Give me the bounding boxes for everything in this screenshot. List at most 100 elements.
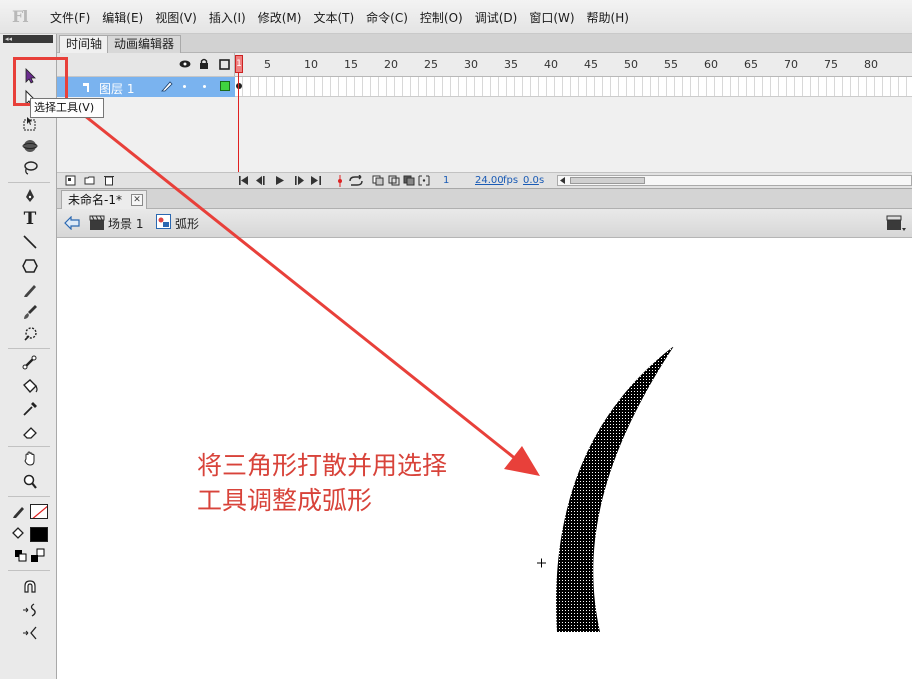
edit-bar: 场景 1 弧形	[57, 209, 912, 238]
breadcrumb-scene[interactable]: 场景 1	[108, 215, 143, 232]
menu-text[interactable]: 文本(T)	[307, 9, 360, 26]
modify-onion-markers-icon[interactable]	[418, 175, 430, 186]
layer-name[interactable]: 图层 1	[99, 80, 134, 97]
last-frame-icon[interactable]	[311, 176, 321, 185]
lock-icon[interactable]	[199, 58, 209, 70]
swap-colors-icon[interactable]	[27, 546, 49, 566]
app-logo: Fl	[12, 7, 28, 26]
lock-dot[interactable]	[203, 85, 206, 88]
ruler-mark: 20	[384, 58, 398, 71]
delete-layer-icon[interactable]	[103, 174, 115, 186]
first-frame-icon[interactable]	[239, 176, 249, 185]
ruler-mark: 60	[704, 58, 718, 71]
ruler-mark: 45	[584, 58, 598, 71]
ruler-mark: 35	[504, 58, 518, 71]
new-folder-icon[interactable]	[84, 175, 96, 186]
text-tool-icon[interactable]: T	[19, 209, 41, 229]
onion-skin-icon[interactable]	[372, 175, 384, 186]
ruler-mark: 50	[624, 58, 638, 71]
breadcrumb-symbol[interactable]: 弧形	[175, 215, 199, 232]
elapsed-time-value[interactable]: 0.0	[523, 175, 539, 186]
current-frame-readout: 1	[443, 175, 450, 186]
timeline-status-bar: 1 24.00 fps 0.0 s	[57, 172, 912, 188]
eye-icon[interactable]	[179, 59, 191, 69]
fps-value[interactable]: 24.00	[475, 175, 504, 186]
center-frame-icon[interactable]	[336, 175, 344, 187]
menu-modify[interactable]: 修改(M)	[252, 9, 308, 26]
ruler-mark: 5	[264, 58, 271, 71]
scroll-thumb[interactable]	[570, 177, 645, 184]
menu-help[interactable]: 帮助(H)	[581, 9, 635, 26]
timeline-hscrollbar[interactable]	[557, 175, 912, 186]
fill-color-bucket-icon	[8, 524, 30, 544]
brush-tool-icon[interactable]	[19, 302, 41, 322]
frames-row[interactable]	[235, 77, 912, 97]
tab-timeline[interactable]: 时间轴	[59, 35, 110, 53]
fill-color-swatch[interactable]	[30, 527, 48, 542]
outline-icon[interactable]	[219, 59, 230, 70]
ruler-mark: 70	[784, 58, 798, 71]
hand-tool-icon[interactable]	[19, 449, 41, 469]
play-icon[interactable]	[275, 176, 285, 185]
smooth-icon[interactable]	[19, 600, 41, 620]
edit-multiple-frames-icon[interactable]	[403, 175, 415, 186]
document-tab[interactable]: 未命名-1* ✕	[61, 190, 147, 209]
ruler-mark: 40	[544, 58, 558, 71]
stage[interactable]	[57, 238, 912, 679]
tools-divider	[8, 446, 50, 447]
rectangle-tool-icon[interactable]	[19, 256, 41, 276]
menu-file[interactable]: 文件(F)	[44, 9, 96, 26]
menu-debug[interactable]: 调试(D)	[469, 9, 524, 26]
outline-color-swatch[interactable]	[220, 81, 230, 91]
loop-icon[interactable]	[348, 175, 364, 187]
timeline-panel: 5 10 15 20 25 30 35 40 45 50 55 60 65 70…	[57, 53, 912, 188]
playhead-frame: 1	[235, 55, 243, 73]
next-frame-icon[interactable]	[292, 176, 304, 185]
menu-bar: Fl 文件(F) 编辑(E) 视图(V) 插入(I) 修改(M) 文本(T) 命…	[0, 0, 912, 34]
document-tab-title: 未命名-1*	[68, 193, 122, 207]
playhead[interactable]: 1	[235, 53, 243, 177]
menu-control[interactable]: 控制(O)	[414, 9, 469, 26]
visibility-dot[interactable]	[183, 85, 186, 88]
menu-commands[interactable]: 命令(C)	[360, 9, 414, 26]
new-layer-icon[interactable]	[65, 175, 77, 186]
menu-window[interactable]: 窗口(W)	[523, 9, 580, 26]
graphic-symbol-icon	[156, 214, 171, 229]
zoom-tool-icon[interactable]	[19, 472, 41, 492]
bone-tool-icon[interactable]	[19, 352, 41, 372]
pencil-tool-icon[interactable]	[19, 280, 41, 300]
fps-unit: fps	[503, 175, 519, 186]
onion-skin-outlines-icon[interactable]	[388, 175, 400, 186]
menu-view[interactable]: 视图(V)	[149, 9, 203, 26]
stroke-color-pencil-icon	[8, 501, 30, 521]
straighten-icon[interactable]	[19, 623, 41, 643]
layer-row[interactable]: 图层 1	[57, 77, 235, 97]
frame-ruler[interactable]: 5 10 15 20 25 30 35 40 45 50 55 60 65 70…	[235, 53, 912, 77]
edit-scene-icon[interactable]	[886, 214, 906, 232]
tool-tooltip: 选择工具(V)	[30, 98, 104, 118]
menu-insert[interactable]: 插入(I)	[203, 9, 252, 26]
tools-panel: ◂◂ T	[0, 34, 57, 679]
stroke-color-swatch[interactable]	[30, 504, 48, 519]
snap-magnet-icon[interactable]	[19, 577, 41, 597]
close-icon[interactable]: ✕	[131, 194, 143, 206]
lasso-tool-icon[interactable]	[19, 158, 41, 178]
eyedropper-tool-icon[interactable]	[19, 399, 41, 419]
prev-frame-icon[interactable]	[256, 176, 268, 185]
tab-motion-editor[interactable]: 动画编辑器	[107, 35, 182, 53]
pen-tool-icon[interactable]	[19, 186, 41, 206]
paint-bucket-tool-icon[interactable]	[19, 376, 41, 396]
tools-divider	[8, 348, 50, 349]
menu-edit[interactable]: 编辑(E)	[96, 9, 149, 26]
ruler-mark: 25	[424, 58, 438, 71]
back-arrow-icon[interactable]	[64, 216, 80, 230]
3d-rotation-tool-icon[interactable]	[19, 136, 41, 156]
elapsed-time-unit: s	[539, 175, 545, 186]
ruler-mark: 75	[824, 58, 838, 71]
deco-tool-icon[interactable]	[19, 324, 41, 344]
scroll-left-icon[interactable]	[560, 177, 566, 184]
annotation-text: 将三角形打散并用选择 工具调整成弧形	[197, 448, 447, 518]
line-tool-icon[interactable]	[19, 232, 41, 252]
tools-panel-header[interactable]: ◂◂	[3, 35, 53, 43]
eraser-tool-icon[interactable]	[19, 422, 41, 442]
